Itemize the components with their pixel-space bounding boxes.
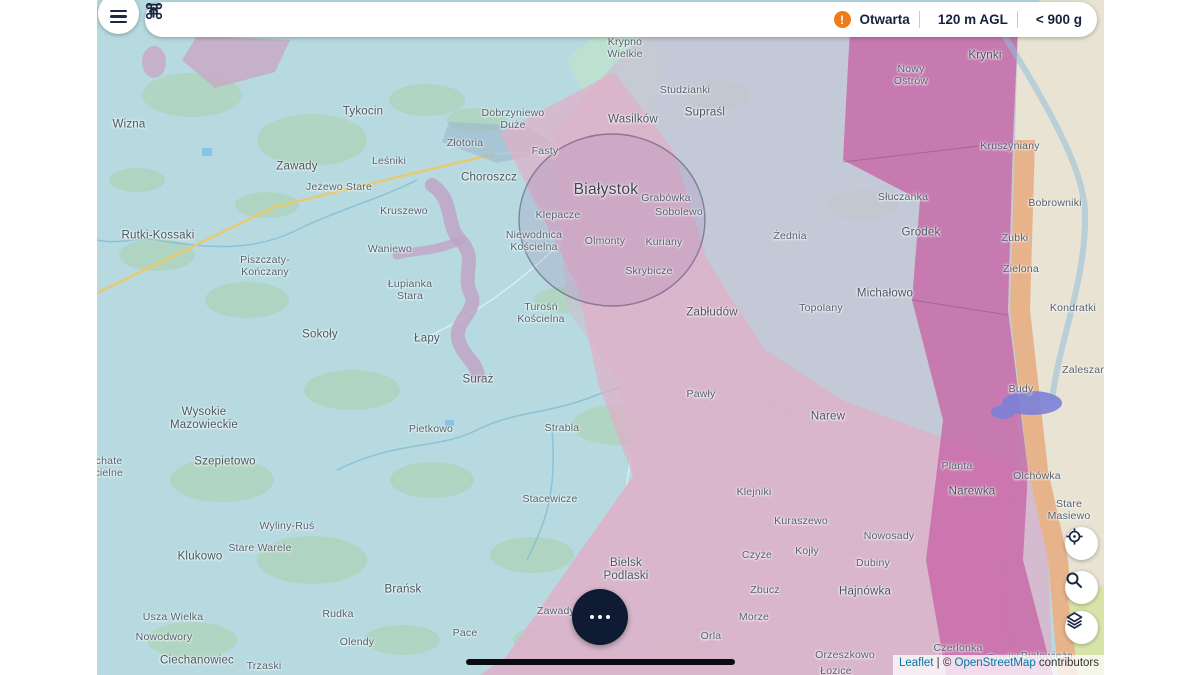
drone-weight-label: < 900 g bbox=[1036, 12, 1082, 27]
warning-icon: ! bbox=[834, 11, 851, 28]
layers-icon bbox=[1065, 611, 1084, 630]
status-search-bar[interactable]: ! Otwarta 120 m AGL < 900 g bbox=[145, 2, 1097, 37]
airspace-status-label: Otwarta bbox=[860, 12, 910, 27]
attribution-suffix: contributors bbox=[1036, 657, 1099, 669]
map-layers bbox=[97, 0, 1104, 675]
lake-small-2 bbox=[202, 148, 212, 156]
leaflet-link[interactable]: Leaflet bbox=[899, 657, 934, 669]
search-button[interactable] bbox=[1065, 571, 1098, 604]
locate-me-button[interactable] bbox=[1065, 527, 1098, 560]
app-window: Krypno WielkieWiznaTykocinDobrzyniewo Du… bbox=[0, 0, 1200, 675]
map-canvas[interactable]: Krypno WielkieWiznaTykocinDobrzyniewo Du… bbox=[97, 0, 1104, 675]
altitude-limit-label: 120 m AGL bbox=[938, 12, 1008, 27]
zone-bialystok-circle bbox=[519, 134, 705, 306]
layers-button[interactable] bbox=[1065, 611, 1098, 644]
home-indicator-bar[interactable] bbox=[466, 659, 735, 665]
locate-icon bbox=[1065, 527, 1084, 546]
dot bbox=[590, 615, 594, 619]
dot bbox=[606, 615, 610, 619]
map-attribution: Leaflet | © OpenStreetMap contributors bbox=[893, 655, 1104, 675]
divider bbox=[919, 11, 920, 28]
openstreetmap-link[interactable]: OpenStreetMap bbox=[955, 657, 1036, 669]
dot bbox=[598, 615, 602, 619]
attribution-separator: | © bbox=[933, 657, 954, 669]
more-options-button[interactable] bbox=[572, 589, 628, 645]
hamburger-icon bbox=[110, 10, 127, 12]
divider bbox=[1017, 11, 1018, 28]
lake-small-1 bbox=[445, 420, 454, 426]
search-icon bbox=[1065, 571, 1083, 589]
